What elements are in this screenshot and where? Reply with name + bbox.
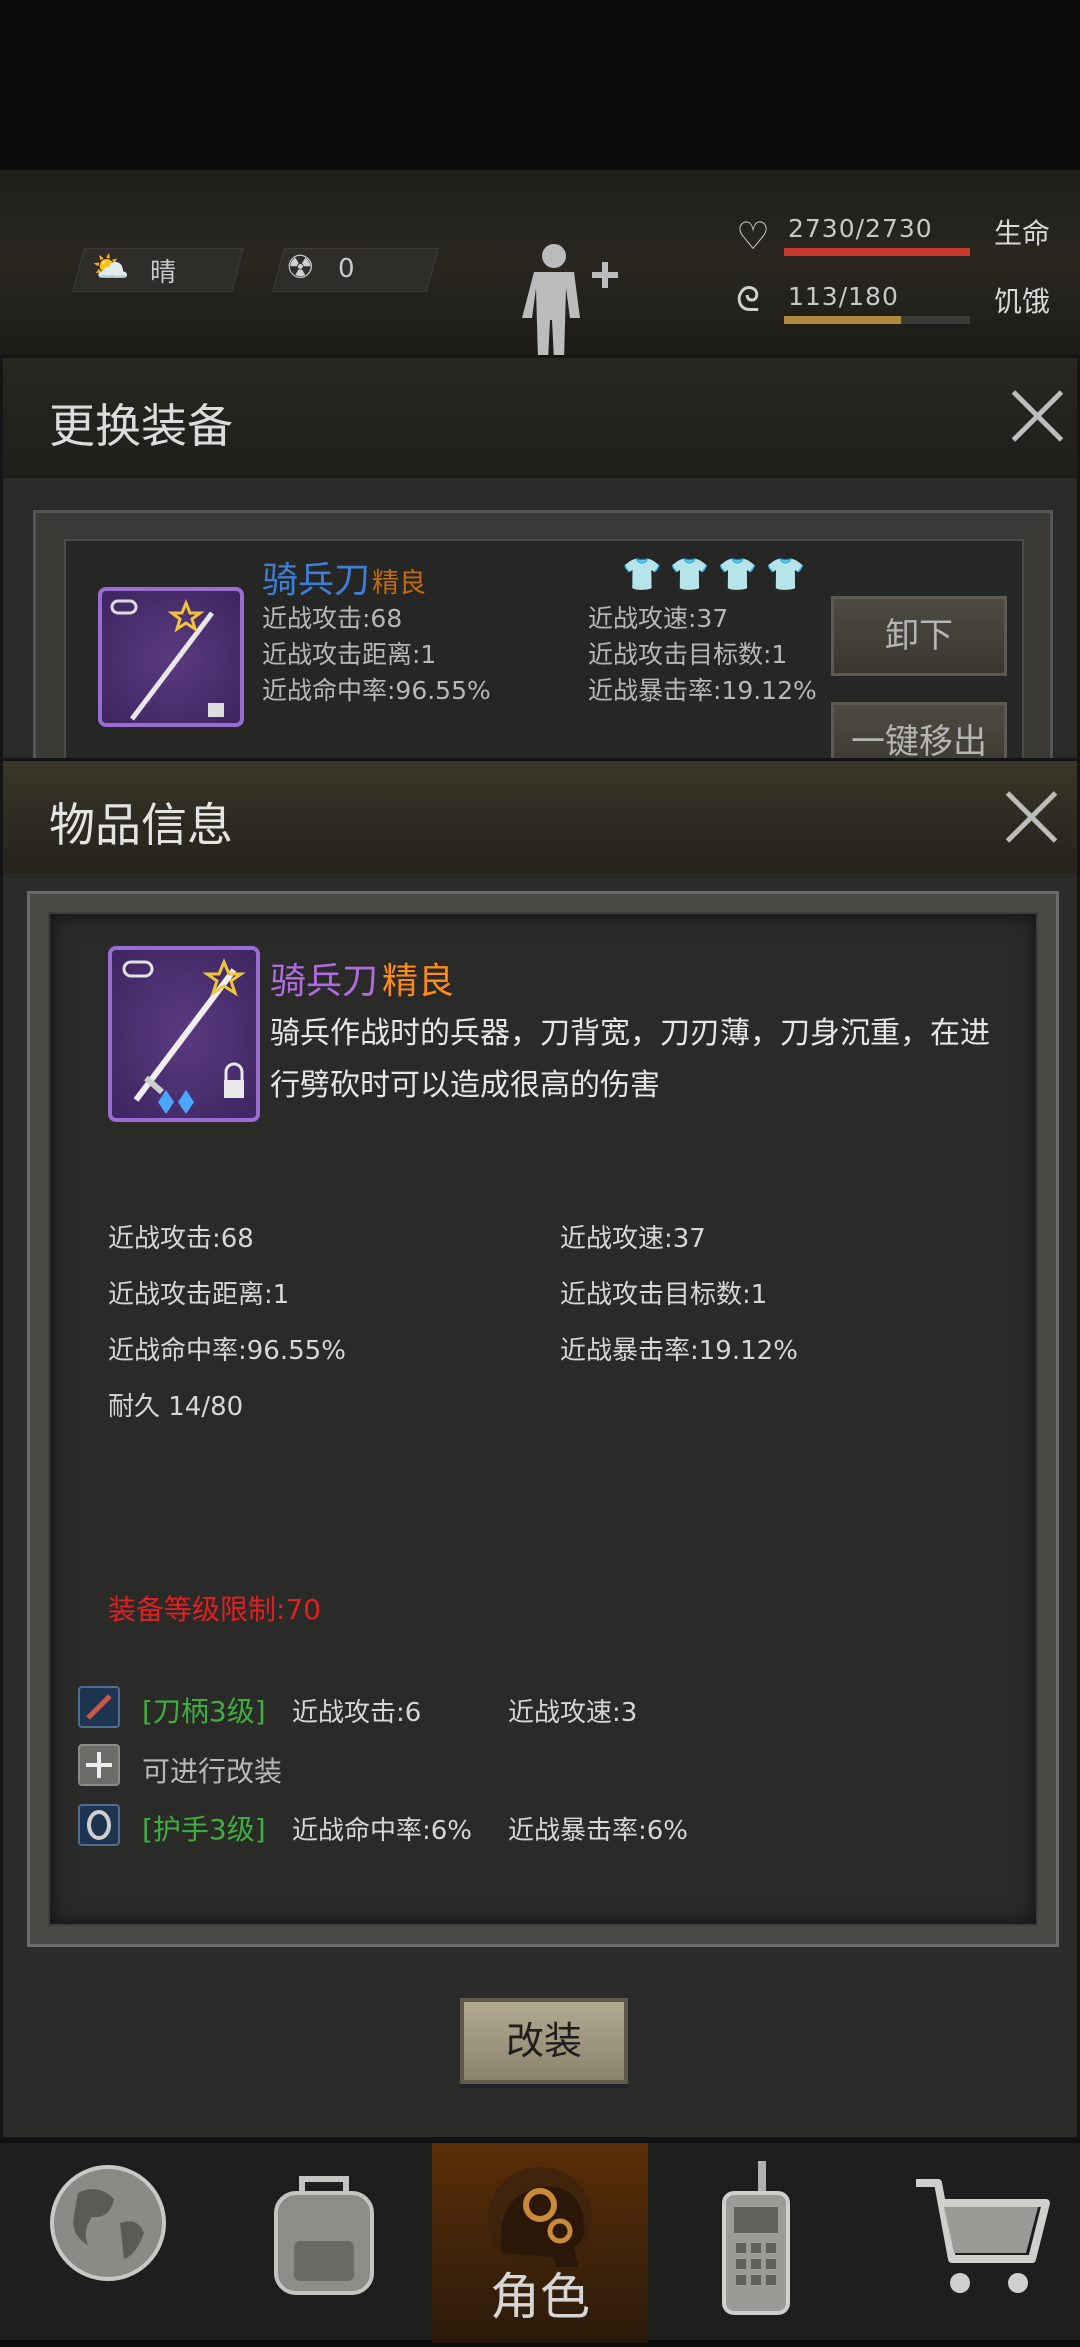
equipped-stat: 近战命中率:96.55% — [262, 676, 491, 705]
saber-item-icon — [108, 946, 260, 1122]
item-stat: 近战攻击目标数:1 — [560, 1280, 768, 1310]
equipped-item-name: 骑兵刀 — [262, 560, 371, 601]
weather-text: 晴 — [150, 258, 177, 288]
heart-icon: ♡ — [736, 214, 771, 258]
walkie-talkie-icon — [722, 2161, 790, 2315]
nav-world[interactable] — [0, 2143, 216, 2343]
item-stat: 近战攻速:37 — [560, 1224, 706, 1254]
globe-icon — [50, 2165, 166, 2281]
equipped-item-quality: 精良 — [372, 568, 426, 599]
mod-available-text: 可进行改装 — [142, 1755, 283, 1788]
status-bar: ⛅ 晴 ☢ 0 ♡ 2730/2730 生命 ᘓ 113/180 饥饿 — [0, 0, 1080, 360]
item-stat: 近战攻击:68 — [108, 1224, 254, 1254]
health-label: 生命 — [994, 217, 1051, 250]
unequip-button[interactable]: 卸下 — [831, 596, 1007, 676]
equipped-stat: 近战攻击距离:1 — [262, 640, 437, 669]
body-status-icon[interactable] — [520, 240, 630, 360]
equip-panel-header: 更换装备 — [3, 358, 1077, 478]
equip-panel-title: 更换装备 — [49, 399, 233, 453]
hunger-label: 饥饿 — [994, 285, 1051, 318]
nav-role-label: 角色 — [490, 2268, 590, 2326]
cloud-sun-icon: ⛅ — [92, 250, 130, 285]
nav-radio[interactable] — [648, 2143, 864, 2343]
mod-label: [护手3级] — [142, 1813, 266, 1846]
handle-mod-icon — [78, 1686, 120, 1728]
stomach-icon: ᘓ — [736, 280, 760, 320]
add-mod-icon[interactable] — [78, 1744, 120, 1786]
bottom-nav: 角色 — [0, 2140, 1080, 2343]
health-value: 2730/2730 — [788, 214, 933, 243]
health-bar — [784, 248, 970, 256]
mod-stat: 近战命中率:6% — [292, 1816, 473, 1846]
item-quality: 精良 — [382, 961, 455, 1002]
radiation-value: 0 — [338, 254, 355, 284]
item-stat: 近战攻击距离:1 — [108, 1280, 290, 1310]
equipped-stat: 近战暴击率:19.12% — [588, 676, 817, 705]
item-stat: 近战暴击率:19.12% — [560, 1336, 798, 1366]
modify-button[interactable]: 改装 — [460, 1998, 628, 2084]
hunger-value: 113/180 — [788, 282, 899, 311]
shopping-cart-icon — [916, 2179, 1050, 2293]
item-name: 骑兵刀 — [270, 961, 379, 1002]
item-durability: 耐久 14/80 — [108, 1392, 244, 1422]
armor-slots-icon: 👕👕👕👕 — [622, 555, 814, 593]
item-stat: 近战命中率:96.55% — [108, 1336, 346, 1366]
equipped-stat: 近战攻击目标数:1 — [588, 640, 788, 669]
level-requirement: 装备等级限制:70 — [108, 1593, 322, 1626]
mod-label: [刀柄3级] — [142, 1695, 266, 1728]
nav-role[interactable]: 角色 — [432, 2143, 648, 2343]
equipped-stat: 近战攻速:37 — [588, 604, 729, 633]
item-info-title: 物品信息 — [49, 798, 233, 852]
mod-stat: 近战攻速:3 — [508, 1698, 638, 1728]
item-description: 骑兵作战时的兵器，刀背宽，刀刃薄，刀身沉重，在进行劈砍时可以造成很高的伤害 — [270, 1016, 990, 1103]
mod-stat: 近战攻击:6 — [292, 1698, 422, 1728]
equip-close-icon[interactable] — [1009, 388, 1065, 444]
equipped-saber-icon[interactable] — [98, 587, 244, 727]
equipped-stat: 近战攻击:68 — [262, 604, 403, 633]
backpack-icon — [274, 2176, 374, 2295]
radiation-icon: ☢ — [286, 248, 315, 286]
item-info-header: 物品信息 — [3, 761, 1077, 873]
nav-shop[interactable] — [864, 2143, 1080, 2343]
mod-stat: 近战暴击率:6% — [508, 1816, 689, 1846]
item-info-close-icon[interactable] — [1003, 789, 1059, 845]
guard-mod-icon — [78, 1804, 120, 1846]
nav-backpack[interactable] — [216, 2143, 432, 2343]
hunger-bar — [784, 316, 970, 324]
